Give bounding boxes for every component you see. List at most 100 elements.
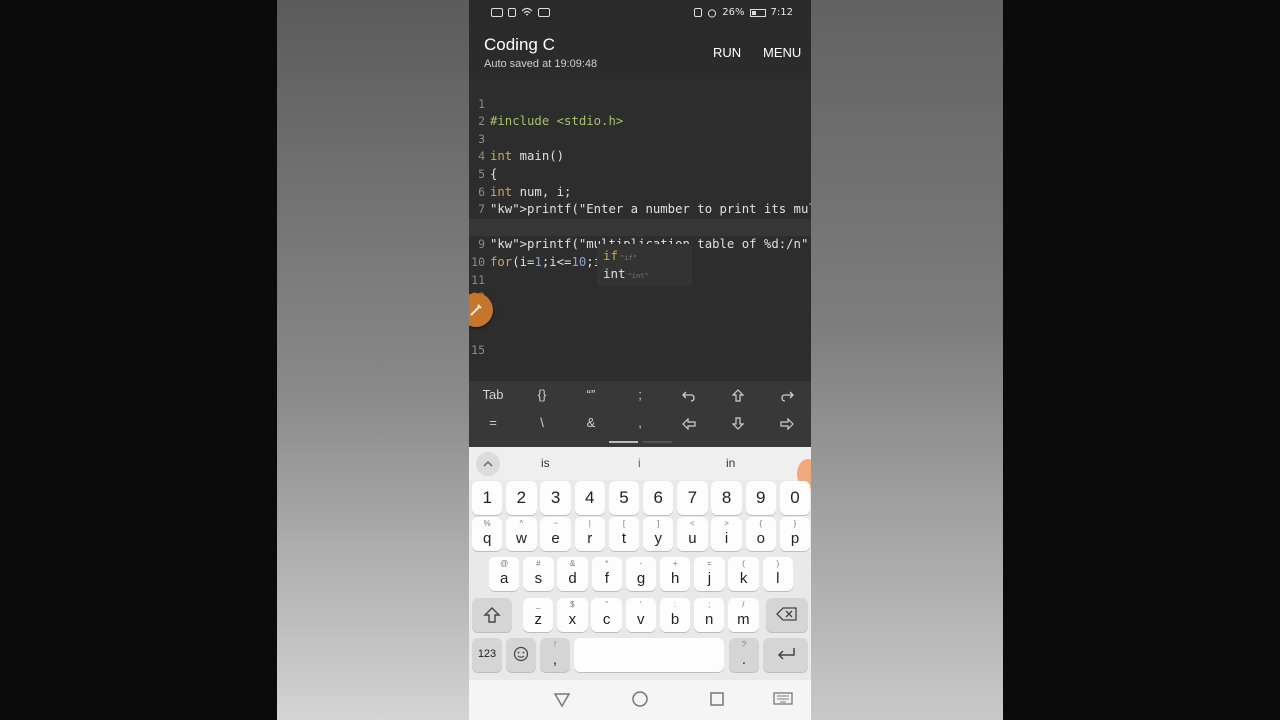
cursor-down-button[interactable]	[714, 409, 762, 437]
key-c[interactable]: " c	[591, 598, 622, 632]
key-1[interactable]: 1	[472, 481, 503, 515]
key-alt-symbol: =	[707, 559, 712, 568]
shift-key[interactable]	[472, 598, 512, 632]
code-line-active[interactable]: 9 for(i=1;i<=10;i	[469, 218, 811, 269]
emoji-key[interactable]	[506, 638, 536, 672]
redo-button[interactable]	[763, 381, 811, 409]
tab-key[interactable]: Tab	[469, 381, 517, 409]
key-alt-symbol: +	[672, 559, 678, 568]
autocomplete-item-int[interactable]: int "int"	[603, 265, 649, 283]
key-alt-symbol: -	[639, 559, 643, 568]
braces-key[interactable]: {}	[518, 381, 566, 409]
code-line[interactable]: 6 "kw">printf("Enter a number to print i…	[469, 166, 811, 217]
key-v[interactable]: ' v	[625, 598, 656, 632]
key-u[interactable]: < u	[677, 517, 708, 551]
key-6[interactable]: 6	[643, 481, 674, 515]
keyboard-switch-button[interactable]	[773, 690, 795, 710]
key-8[interactable]: 8	[711, 481, 742, 515]
key-n[interactable]: ; n	[694, 598, 725, 632]
key-y[interactable]: ] y	[643, 517, 674, 551]
key-5[interactable]: 5	[608, 481, 640, 515]
key-a[interactable]: @ a	[489, 557, 520, 591]
key-label: z	[534, 611, 542, 628]
key-z[interactable]: _ z	[523, 598, 554, 632]
key-h[interactable]: + h	[660, 557, 691, 591]
chevron-up-icon	[483, 461, 493, 467]
key-label: v	[637, 611, 645, 628]
battery-icon	[749, 8, 766, 17]
cursor-left-button[interactable]	[665, 409, 713, 437]
key-m[interactable]: / m	[728, 598, 759, 632]
key-label: 7	[687, 488, 698, 507]
key-b[interactable]: :b	[659, 598, 691, 632]
key-7[interactable]: 7	[677, 481, 708, 515]
key-g[interactable]: -g	[625, 557, 657, 591]
key-s[interactable]: # s	[523, 557, 554, 591]
quotes-key[interactable]: “”	[567, 381, 615, 409]
menu-button[interactable]: MENU	[763, 45, 801, 60]
key-0[interactable]: 0	[779, 481, 811, 515]
key-t[interactable]: [t	[608, 517, 640, 551]
key-2[interactable]: 2	[506, 481, 537, 515]
key-r[interactable]: | r	[574, 517, 605, 551]
code-line[interactable]: 7 scanf("%d", & num) ;	[469, 184, 811, 234]
code-line[interactable]: 5 int num, i;	[469, 148, 811, 199]
video-side-blur-left	[277, 0, 469, 720]
ampersand-key[interactable]: &	[567, 409, 615, 437]
suggestion-word-highlighted[interactable]: i	[638, 456, 641, 470]
undo-button[interactable]	[665, 381, 713, 409]
backspace-key[interactable]	[766, 598, 808, 632]
key-d[interactable]: & d	[557, 557, 588, 591]
code-editor[interactable]: 1 #include <stdio.h> 2 3 int main() 4 { …	[469, 78, 811, 381]
space-key[interactable]	[574, 638, 724, 672]
key-9[interactable]: 9	[745, 481, 776, 515]
key-label: .	[741, 651, 747, 668]
backslash-key[interactable]: \	[518, 409, 566, 437]
comma-key[interactable]: ,	[616, 409, 664, 437]
arrow-left-icon	[682, 417, 696, 431]
key-4[interactable]: 4	[574, 481, 605, 515]
shift-up-button[interactable]	[714, 381, 762, 409]
soft-keyboard: is i in 1 2 3 4 5 6 7 8 9 0% q ^ w ~ e | r[t] y < u > i{o} p @ a…	[469, 447, 811, 680]
clock: 7:12	[770, 7, 793, 18]
cursor-right-button[interactable]	[763, 409, 811, 437]
run-button[interactable]: RUN	[713, 45, 741, 60]
symbols-key[interactable]: 123	[472, 638, 502, 672]
comma-key[interactable]: !,	[540, 638, 570, 672]
smiley-icon	[506, 646, 536, 667]
key-k[interactable]: (k	[728, 557, 759, 591]
suggestion-word[interactable]: is	[541, 456, 550, 470]
home-button[interactable]	[631, 690, 653, 710]
equals-key[interactable]: =	[469, 409, 517, 437]
key-alt-symbol: (	[742, 559, 745, 568]
key-3[interactable]: 3	[540, 481, 571, 515]
autocomplete-word: if	[603, 248, 619, 263]
recents-button[interactable]	[708, 690, 730, 710]
key-e[interactable]: ~ e	[540, 517, 571, 551]
key-x[interactable]: $ x	[557, 598, 588, 632]
period-key[interactable]: ?.	[729, 638, 759, 672]
code-line[interactable]: 2	[469, 96, 811, 128]
code-line[interactable]: 15	[469, 324, 811, 357]
key-f[interactable]: * f	[591, 557, 622, 591]
autocomplete-item-if[interactable]: if "if"	[603, 247, 637, 265]
back-icon	[553, 693, 571, 708]
code-line[interactable]: 8 "kw">printf("multiplication table of %…	[469, 201, 811, 252]
back-button[interactable]	[553, 690, 575, 710]
autocomplete-hint: "int"	[627, 272, 649, 280]
key-alt-symbol: !	[553, 640, 557, 649]
key-p[interactable]: } p	[779, 517, 811, 551]
suggestion-word[interactable]: in	[726, 456, 735, 470]
key-l[interactable]: ) l	[762, 557, 793, 591]
code-line[interactable]: 3 int main()	[469, 113, 811, 164]
code-line[interactable]: 1 #include <stdio.h>	[469, 78, 811, 129]
enter-key[interactable]	[763, 638, 808, 672]
code-line[interactable]: 4 {	[469, 131, 811, 181]
key-q[interactable]: % q	[472, 517, 503, 551]
key-j[interactable]: = j	[694, 557, 725, 591]
key-w[interactable]: ^ w	[506, 517, 537, 551]
key-i[interactable]: > i	[711, 517, 742, 551]
expand-suggestions-button[interactable]	[476, 452, 500, 476]
key-o[interactable]: {o	[745, 517, 776, 551]
semicolon-key[interactable]: ;	[616, 381, 664, 409]
